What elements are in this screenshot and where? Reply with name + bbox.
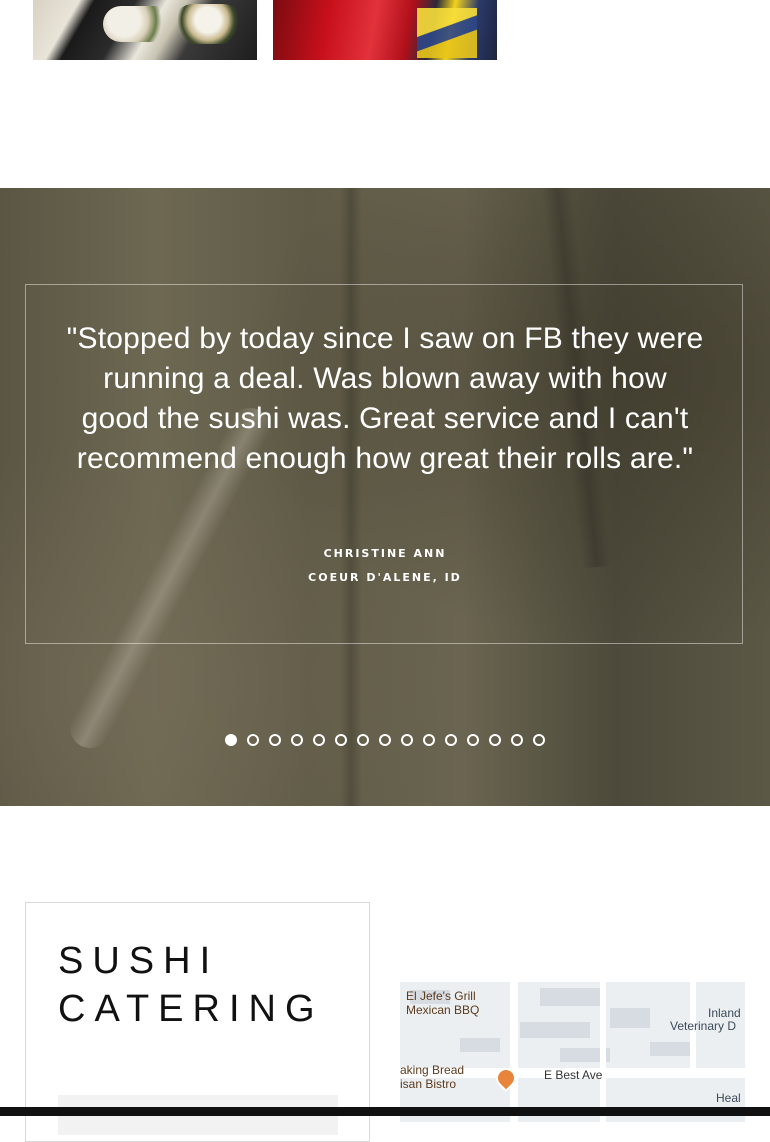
location-map[interactable]: El Jefe's Grill Mexican BBQ Inland Veter…	[400, 982, 745, 1122]
slider-dot-7[interactable]	[357, 734, 369, 746]
gallery-photo-tuna[interactable]	[273, 0, 497, 60]
slider-dot-15[interactable]	[533, 734, 545, 746]
slider-dot-5[interactable]	[313, 734, 325, 746]
slider-dot-4[interactable]	[291, 734, 303, 746]
slider-dot-14[interactable]	[511, 734, 523, 746]
map-block	[650, 1042, 690, 1056]
catering-title-line-1: SUSHI	[58, 940, 220, 982]
testimonial-author: CHRISTINE ANN	[323, 547, 447, 560]
map-block	[460, 1038, 500, 1052]
slider-dot-12[interactable]	[467, 734, 479, 746]
testimonial-section: "Stopped by today since I saw on FB they…	[0, 188, 770, 806]
map-label-baking-1: aking Bread	[400, 1063, 465, 1077]
map-road	[600, 982, 606, 1122]
catering-title-line-2: CATERING	[58, 988, 324, 1030]
catering-section: SUSHI CATERING El Jefe's Grill Mexican B…	[0, 806, 770, 1142]
catering-title: SUSHI CATERING	[58, 937, 358, 1033]
testimonial-card: "Stopped by today since I saw on FB they…	[25, 284, 743, 644]
slider-dot-13[interactable]	[489, 734, 501, 746]
slider-dot-6[interactable]	[335, 734, 347, 746]
slider-dot-3[interactable]	[269, 734, 281, 746]
slider-dot-8[interactable]	[379, 734, 391, 746]
slider-dot-10[interactable]	[423, 734, 435, 746]
map-label-street: E Best Ave	[544, 1068, 603, 1082]
map-block	[520, 1022, 590, 1038]
bottom-bar	[0, 1107, 770, 1116]
slider-dot-1[interactable]	[225, 734, 237, 746]
map-label-inland-2: Veterinary D	[670, 1019, 737, 1033]
slider-dot-9[interactable]	[401, 734, 413, 746]
testimonial-location: COEUR D'ALENE, ID	[308, 571, 462, 584]
map-block	[610, 1008, 650, 1028]
testimonial-quote: "Stopped by today since I saw on FB they…	[66, 322, 704, 475]
map-block	[540, 988, 600, 1006]
photo-gallery	[0, 0, 770, 188]
map-label-el-jefe-2: Mexican BBQ	[406, 1003, 480, 1017]
map-label-heal: Heal	[716, 1091, 741, 1105]
map-road	[510, 982, 518, 1122]
map-label-baking-2: isan Bistro	[400, 1077, 457, 1091]
slider-dot-2[interactable]	[247, 734, 259, 746]
slider-pagination	[225, 734, 545, 746]
slider-dot-11[interactable]	[445, 734, 457, 746]
gallery-photo-sushi[interactable]	[33, 0, 257, 60]
map-label-el-jefe-1: El Jefe's Grill	[406, 989, 476, 1003]
catering-card: SUSHI CATERING	[25, 902, 370, 1142]
